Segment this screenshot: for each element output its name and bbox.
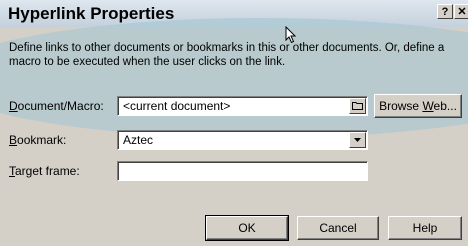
document-macro-label: Document/Macro: (9, 99, 104, 113)
document-macro-value: <current document> (123, 99, 231, 113)
document-macro-input[interactable]: <current document> (117, 96, 368, 116)
hyperlink-properties-dialog: Hyperlink Properties ? ✕ Define links to… (0, 0, 468, 246)
chevron-down-icon[interactable] (349, 132, 366, 148)
bookmark-select[interactable]: Aztec (117, 130, 368, 150)
folder-icon[interactable] (349, 98, 366, 114)
help-icon[interactable]: ? (437, 4, 453, 19)
background-swoosh (0, 18, 468, 138)
bookmark-label: Bookmark: (9, 133, 67, 147)
ok-button[interactable]: OK (205, 215, 289, 241)
title-bar[interactable]: Hyperlink Properties ? ✕ (0, 0, 468, 27)
browse-web-button[interactable]: Browse Web... (374, 94, 462, 118)
target-frame-label: Target frame: (9, 164, 80, 178)
dialog-description: Define links to other documents or bookm… (9, 42, 445, 68)
target-frame-input[interactable] (117, 161, 368, 181)
close-icon[interactable]: ✕ (454, 4, 468, 19)
dialog-title: Hyperlink Properties (8, 4, 175, 23)
cancel-button[interactable]: Cancel (297, 216, 379, 240)
mouse-pointer-icon (285, 26, 297, 44)
help-button[interactable]: Help (388, 216, 462, 240)
bookmark-value: Aztec (123, 133, 154, 147)
